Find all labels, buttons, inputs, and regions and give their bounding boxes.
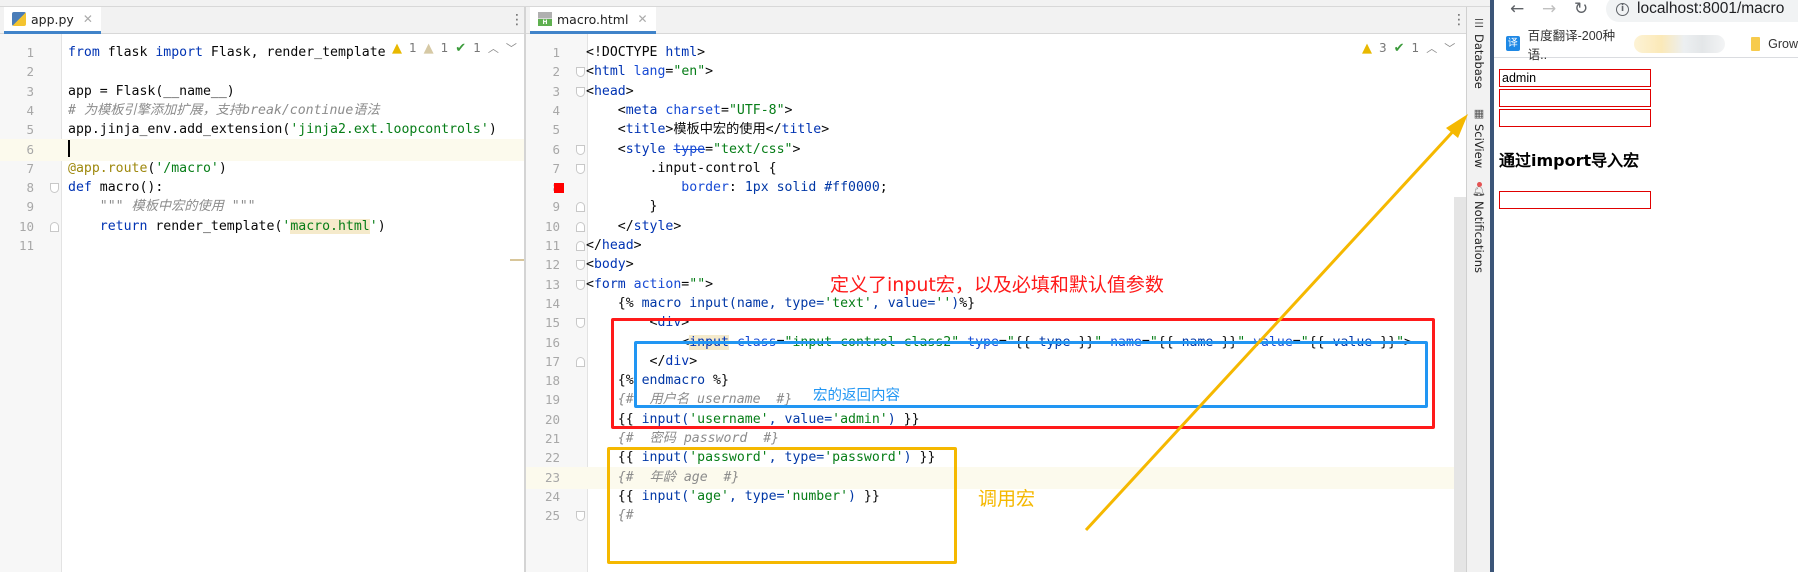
line-number[interactable]: 25	[526, 505, 560, 527]
color-swatch-icon[interactable]	[554, 183, 564, 194]
warning-count: 1	[409, 41, 417, 55]
tool-notifications-button[interactable]: 🔔︎ Notifications	[1467, 182, 1491, 273]
typo-count: 1	[1411, 41, 1420, 55]
import-macro-heading: 通过import导入宏	[1499, 151, 1640, 170]
fold-marker-icon[interactable]	[576, 202, 585, 213]
fold-marker-icon[interactable]	[576, 163, 585, 174]
warning-icon: ▲	[1362, 40, 1372, 56]
tool-window-strip: ☰ Database ▦ SciView 🔔︎ Notifications	[1466, 7, 1490, 572]
tab-label: macro.html	[557, 11, 629, 27]
weak-warning-count: 1	[440, 41, 449, 55]
window-top-strip	[0, 0, 1493, 7]
typo-check-icon: ✔	[455, 40, 467, 56]
macro-definition-annotation: 定义了input宏，以及必填和默认值参数	[830, 274, 1164, 296]
age-input[interactable]	[1499, 109, 1651, 127]
fold-marker-icon[interactable]	[576, 260, 585, 271]
typo-count: 1	[473, 41, 481, 55]
bell-icon: 🔔︎	[1472, 182, 1486, 197]
fold-marker-icon[interactable]	[576, 86, 585, 97]
line-number[interactable]: 11	[0, 235, 34, 257]
typo-check-icon: ✔	[1393, 40, 1405, 56]
back-arrow-icon[interactable]: ←	[1510, 0, 1524, 18]
fold-marker-icon[interactable]	[576, 67, 585, 78]
fold-marker-icon[interactable]	[50, 221, 59, 232]
translate-icon: 译	[1506, 36, 1520, 51]
code-text: {#	[586, 508, 634, 524]
database-icon: ☰	[1474, 17, 1484, 30]
editor-tabbar: app.py ✕ ⋮	[0, 7, 524, 34]
inspection-widget[interactable]: ▲ 1 ▲ 1 ✔ 1 ︿ ﹀	[388, 40, 521, 56]
more-options-icon[interactable]: ⋮	[510, 12, 524, 28]
fold-marker-icon[interactable]	[576, 318, 585, 329]
html-file-icon	[538, 12, 552, 26]
fold-marker-icon[interactable]	[576, 279, 585, 290]
more-options-icon[interactable]: ⋮	[1452, 12, 1466, 28]
weak-warning-icon: ▲	[423, 40, 434, 56]
tab-macro-html[interactable]: macro.html ✕	[530, 7, 656, 34]
bookmark-baidu-translate[interactable]: 百度翻译-200种语..	[1528, 25, 1625, 63]
editor-scrollbar[interactable]	[1454, 197, 1466, 572]
warning-count: 3	[1379, 41, 1387, 55]
tool-label: SciView	[1472, 124, 1486, 169]
editor-tabbar: macro.html ✕ ⋮	[526, 7, 1466, 34]
chevron-up-icon[interactable]: ︿	[1426, 40, 1437, 56]
page-content: 通过import导入宏	[1494, 59, 1798, 572]
fold-marker-icon[interactable]	[576, 221, 585, 232]
tool-database-button[interactable]: ☰ Database	[1467, 17, 1491, 89]
forward-arrow-icon[interactable]: →	[1542, 0, 1556, 18]
url-text: localhost:8001/macro	[1637, 0, 1785, 17]
bookmark-folder-grow[interactable]: Grow	[1768, 37, 1798, 51]
fold-marker-icon[interactable]	[576, 144, 585, 155]
password-input[interactable]	[1499, 89, 1651, 107]
tool-label: Notifications	[1472, 201, 1486, 273]
browser-toolbar: ← → ↻ i localhost:8001/macro	[1494, 0, 1798, 26]
code-area[interactable]: 1 from flask import Flask, render_templat…	[0, 34, 524, 572]
tab-label: app.py	[31, 11, 74, 27]
inspection-widget[interactable]: ▲ 3 ✔ 1 ︿ ﹀	[1358, 40, 1460, 56]
bookmarks-bar: 译 百度翻译-200种语.. Grow	[1494, 29, 1798, 62]
username-input[interactable]	[1499, 69, 1651, 87]
gutter-marker	[510, 259, 524, 261]
macro-call-annotation: 调用宏	[978, 488, 1036, 510]
editor-pane-app-py: app.py ✕ ⋮ 1 from flask import Flask, ren…	[0, 7, 524, 572]
chevron-down-icon[interactable]: ﹀	[506, 40, 517, 56]
imported-macro-input[interactable]	[1499, 191, 1651, 209]
python-file-icon	[12, 12, 26, 26]
tab-app-py[interactable]: app.py ✕	[4, 7, 101, 34]
browser-window: ← → ↻ i localhost:8001/macro 译 百度翻译-200种…	[1494, 0, 1798, 572]
warning-icon: ▲	[392, 40, 402, 56]
fold-marker-icon[interactable]	[576, 241, 585, 251]
close-tab-icon[interactable]: ✕	[83, 12, 93, 26]
sciview-icon: ▦	[1473, 107, 1485, 120]
tool-label: Database	[1472, 34, 1486, 89]
fold-marker-icon[interactable]	[576, 511, 585, 522]
fold-marker-icon[interactable]	[576, 356, 585, 367]
text-caret	[68, 140, 70, 157]
macro-return-annotation: 宏的返回内容	[813, 388, 900, 404]
chevron-up-icon[interactable]: ︿	[488, 40, 499, 56]
blurred-bookmarks	[1634, 34, 1726, 53]
close-tab-icon[interactable]: ✕	[637, 12, 647, 26]
code-line[interactable]: 11	[0, 235, 524, 257]
folder-icon	[1751, 36, 1761, 51]
tool-sciview-button[interactable]: ▦ SciView	[1467, 107, 1491, 168]
address-bar[interactable]: i localhost:8001/macro	[1606, 0, 1798, 22]
fold-marker-icon[interactable]	[50, 183, 59, 194]
reload-icon[interactable]: ↻	[1574, 0, 1588, 18]
chevron-down-icon[interactable]: ﹀	[1444, 40, 1455, 56]
notification-badge	[1476, 182, 1482, 187]
info-icon[interactable]: i	[1616, 2, 1629, 16]
